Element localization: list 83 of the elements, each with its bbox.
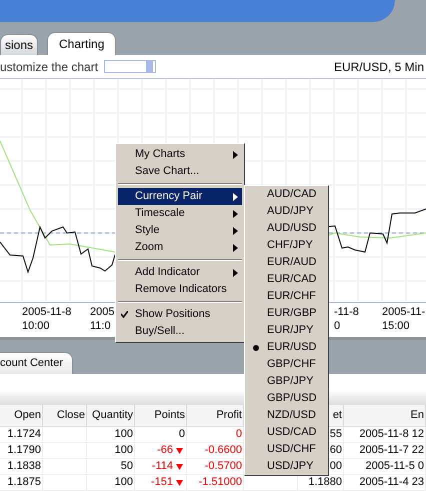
tab[interactable]: sions	[0, 34, 38, 55]
column-header[interactable]: Open	[14, 407, 41, 424]
column-header[interactable]: Profit	[216, 407, 242, 424]
table-cell-text: 2005-11-7 22	[359, 443, 424, 458]
menu-item[interactable]: USD/CAD	[245, 424, 328, 441]
axis-date-label: 2005	[90, 305, 114, 319]
tab[interactable]: count Center	[0, 352, 73, 374]
column-header[interactable]: En	[410, 407, 424, 424]
table-cell-text: 55	[330, 427, 342, 442]
axis-time-label: 0	[334, 319, 342, 333]
menu-item[interactable]: GBP/JPY	[245, 373, 328, 390]
table-cell-text: -66	[157, 443, 173, 458]
menu-item[interactable]: Timescale	[118, 205, 242, 222]
table-cell-text: -0.6600	[204, 443, 242, 458]
table-cell-text: 50	[120, 459, 133, 474]
menu-item[interactable]: GBP/USD	[245, 390, 328, 407]
menu-item[interactable]: Buy/Sell...	[118, 323, 242, 340]
menu-item[interactable]: Style	[118, 222, 242, 239]
submenu-arrow-icon	[233, 210, 238, 218]
menu-item[interactable]: AUD/JPY	[245, 203, 328, 220]
submenu-arrow-icon	[233, 226, 238, 234]
table-cell-text: 100	[114, 427, 133, 442]
table-cell-text: 1.1838	[7, 459, 41, 474]
menu-item[interactable]: AUD/CAD	[245, 186, 328, 203]
table-cell-text: 2005-11-8 12	[359, 427, 424, 442]
menu-item[interactable]: EUR/AUD	[245, 254, 328, 271]
chart-symbol: EUR/USD, 5 Min	[334, 58, 424, 76]
column-header[interactable]: Quantity	[92, 407, 133, 424]
table-cell-text: 100	[114, 475, 133, 490]
table-cell-text: -151	[150, 475, 173, 490]
menu-item[interactable]: USD/CHF	[245, 441, 328, 458]
submenu-arrow-icon	[233, 268, 238, 276]
menu-item[interactable]: EUR/CHF	[245, 288, 328, 305]
table-cell-text: 0	[178, 427, 185, 442]
menu-item[interactable]: My Charts	[118, 146, 242, 163]
menu-item[interactable]: CHF/JPY	[245, 237, 328, 254]
menu-item[interactable]: Currency Pair	[118, 188, 242, 205]
table-cell-text: -114	[152, 459, 173, 474]
submenu-arrow-icon	[233, 244, 238, 252]
column-header[interactable]: Close	[56, 407, 85, 424]
axis-time-label: 11:0	[90, 319, 112, 333]
table-cell-text: 1.1790	[7, 443, 41, 458]
column-header[interactable]: et	[332, 407, 342, 424]
slider-thumb[interactable]	[146, 61, 153, 72]
axis-date-label: -11-8	[334, 305, 359, 319]
menu-item[interactable]: AUD/USD	[245, 220, 328, 237]
menu-item[interactable]: EUR/GBP	[245, 305, 328, 322]
table-cell-text: 1.1724	[7, 427, 41, 442]
table-cell-text: 2005-11-5 0	[365, 459, 424, 474]
menu-item[interactable]: Save Chart...	[118, 163, 242, 180]
menu-item[interactable]: EUR/USD	[245, 339, 328, 356]
axis-date-label: 2005-11-8	[22, 305, 72, 319]
submenu-arrow-icon	[233, 192, 238, 200]
axis-date-label: 2005-11-	[382, 305, 426, 319]
menu-item[interactable]: Add Indicator	[118, 264, 242, 281]
menu-item[interactable]: USD/JPY	[245, 458, 328, 475]
axis-time-label: 15:00	[382, 319, 411, 333]
menu-item[interactable]: NZD/USD	[245, 407, 328, 424]
submenu-arrow-icon	[233, 150, 238, 158]
table-cell-text: 100	[114, 443, 133, 458]
table-cell-text: 0	[236, 427, 242, 442]
checkmark-icon	[121, 311, 128, 318]
table-cell-text: 1.1875	[7, 475, 41, 490]
tab[interactable]: Charting	[47, 32, 116, 55]
table-cell-text: -0.5700	[204, 459, 242, 474]
table-cell-text: 2005-11-4 23	[359, 475, 424, 490]
down-arrow-icon	[176, 480, 183, 486]
down-arrow-icon	[176, 448, 183, 454]
down-arrow-icon	[176, 464, 183, 470]
menu-item[interactable]: GBP/CHF	[245, 356, 328, 373]
menu-item[interactable]: Show Positions	[118, 306, 242, 323]
zoom-slider[interactable]	[104, 60, 156, 73]
menu-item[interactable]: Zoom	[118, 239, 242, 256]
table-cell-text: 60	[330, 443, 342, 458]
table-cell-text: 1.1880	[308, 475, 342, 490]
menu-item[interactable]: Remove Indicators	[118, 281, 242, 298]
table-cell-text: 00	[330, 459, 342, 474]
menu-item[interactable]: EUR/CAD	[245, 271, 328, 288]
menu-item[interactable]: EUR/JPY	[245, 322, 328, 339]
table-cell-text: -1.51000	[198, 475, 242, 490]
column-header[interactable]: Points	[154, 407, 185, 424]
axis-time-label: 10:00	[22, 319, 51, 333]
toolbar-label: ustomize the chart	[0, 58, 98, 76]
